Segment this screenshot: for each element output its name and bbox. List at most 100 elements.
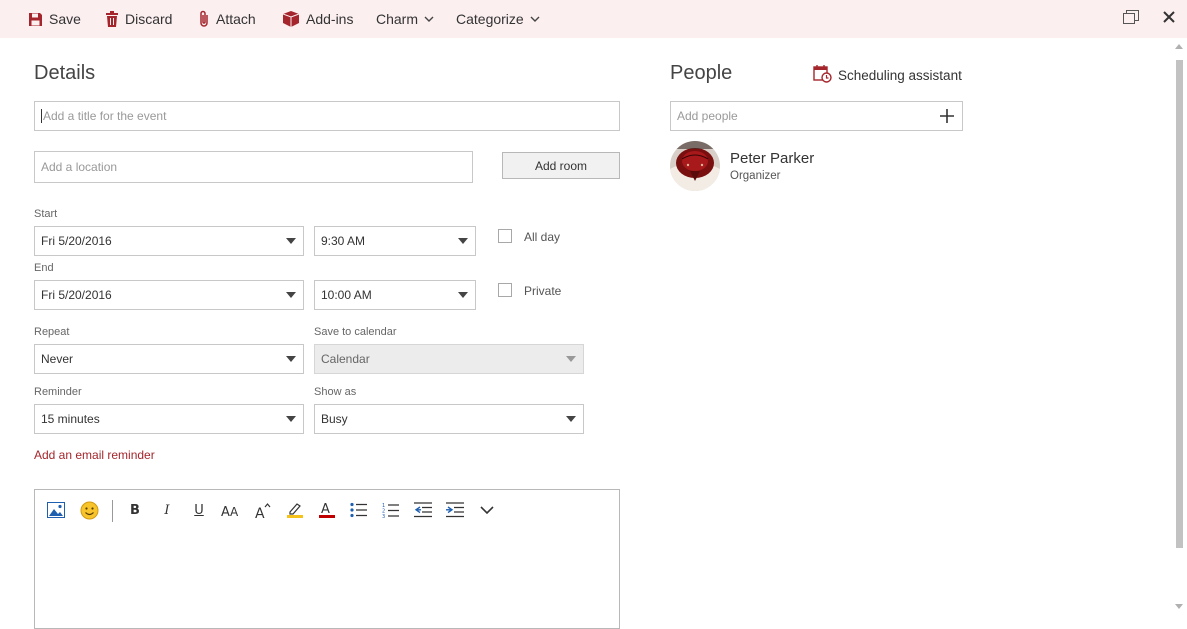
- svg-text:A: A: [321, 502, 330, 517]
- dropdown-caret-icon: [286, 292, 296, 298]
- repeat-select[interactable]: Never: [34, 344, 304, 374]
- show-as-value: Busy: [321, 412, 348, 426]
- font-size-icon[interactable]: AA: [220, 499, 242, 521]
- popout-icon: [1123, 9, 1139, 29]
- addins-icon: [283, 11, 300, 27]
- chevron-down-icon: [424, 16, 434, 23]
- discard-label: Discard: [125, 11, 173, 27]
- private-checkbox[interactable]: [498, 283, 512, 297]
- attach-button[interactable]: Attach: [198, 0, 256, 38]
- chevron-down-icon: [530, 16, 540, 23]
- svg-text:A: A: [221, 505, 230, 518]
- start-date-select[interactable]: Fri 5/20/2016: [34, 226, 304, 256]
- calendar-clock-icon: [813, 64, 832, 86]
- categorize-dropdown[interactable]: Categorize: [456, 0, 540, 38]
- start-date-value: Fri 5/20/2016: [41, 234, 112, 248]
- save-icon: [28, 12, 43, 27]
- trash-icon: [105, 11, 119, 27]
- vertical-scrollbar[interactable]: [1172, 38, 1187, 614]
- svg-text:3: 3: [382, 514, 385, 519]
- dropdown-caret-icon: [566, 356, 576, 362]
- italic-icon[interactable]: I: [156, 499, 178, 521]
- attendee-role: Organizer: [730, 170, 781, 182]
- save-to-calendar-value: Calendar: [321, 352, 370, 366]
- scheduling-assistant-button[interactable]: Scheduling assistant: [813, 64, 962, 86]
- details-heading: Details: [34, 62, 96, 84]
- plus-icon[interactable]: [938, 107, 956, 125]
- save-to-calendar-label: Save to calendar: [314, 326, 397, 338]
- start-time-select[interactable]: 9:30 AM: [314, 226, 476, 256]
- save-label: Save: [49, 11, 81, 27]
- scroll-thumb[interactable]: [1176, 60, 1183, 548]
- dropdown-caret-icon: [458, 238, 468, 244]
- attach-label: Attach: [216, 11, 256, 27]
- start-label: Start: [34, 208, 58, 220]
- title-placeholder: Add a title for the event: [43, 109, 167, 123]
- bold-icon[interactable]: B: [124, 499, 146, 521]
- reminder-label: Reminder: [34, 386, 82, 398]
- dropdown-caret-icon: [566, 416, 576, 422]
- scroll-up-icon[interactable]: [1175, 44, 1183, 49]
- dropdown-caret-icon: [286, 416, 296, 422]
- repeat-label: Repeat: [34, 326, 70, 338]
- charm-dropdown[interactable]: Charm: [376, 0, 434, 38]
- text-cursor: [41, 109, 42, 123]
- add-people-input[interactable]: Add people: [670, 101, 963, 131]
- addins-label: Add-ins: [306, 11, 354, 27]
- title-input[interactable]: Add a title for the event: [34, 101, 620, 131]
- add-room-button[interactable]: Add room: [502, 152, 620, 179]
- body-editor[interactable]: B I U AA A A 123: [34, 489, 620, 629]
- end-date-select[interactable]: Fri 5/20/2016: [34, 280, 304, 310]
- decrease-indent-icon[interactable]: [412, 499, 434, 521]
- save-button[interactable]: Save: [28, 0, 81, 38]
- increase-indent-icon[interactable]: [444, 499, 466, 521]
- all-day-label: All day: [524, 230, 561, 244]
- addins-button[interactable]: Add-ins: [283, 0, 353, 38]
- bullets-icon[interactable]: [348, 499, 370, 521]
- add-email-reminder-link[interactable]: Add an email reminder: [34, 448, 155, 462]
- dropdown-caret-icon: [286, 238, 296, 244]
- popout-button[interactable]: [1118, 0, 1144, 38]
- end-date-value: Fri 5/20/2016: [41, 288, 112, 302]
- svg-text:A: A: [230, 505, 239, 518]
- dropdown-caret-icon: [458, 292, 468, 298]
- attendee-name: Peter Parker: [730, 150, 815, 167]
- font-color-icon[interactable]: A: [316, 499, 338, 521]
- svg-text:A: A: [255, 506, 265, 519]
- reminder-value: 15 minutes: [41, 412, 100, 426]
- dropdown-caret-icon: [286, 356, 296, 362]
- repeat-value: Never: [41, 352, 74, 366]
- numbering-icon[interactable]: 123: [380, 499, 402, 521]
- charm-label: Charm: [376, 11, 419, 27]
- scheduling-assistant-label: Scheduling assistant: [838, 67, 962, 83]
- start-time-value: 9:30 AM: [321, 234, 366, 248]
- more-icon[interactable]: [476, 499, 498, 521]
- show-as-select[interactable]: Busy: [314, 404, 584, 434]
- paperclip-icon: [198, 10, 210, 28]
- end-label: End: [34, 262, 54, 274]
- all-day-checkbox[interactable]: [498, 229, 512, 243]
- categorize-label: Categorize: [456, 11, 524, 27]
- command-bar: Save Discard Attach Add-ins Charm Catego…: [0, 0, 1187, 38]
- save-to-calendar-select: Calendar: [314, 344, 584, 374]
- underline-icon[interactable]: U: [188, 499, 210, 521]
- private-label: Private: [524, 284, 562, 298]
- end-time-value: 10:00 AM: [321, 288, 372, 302]
- discard-button[interactable]: Discard: [105, 0, 172, 38]
- add-people-placeholder: Add people: [677, 109, 738, 123]
- location-input[interactable]: Add a location: [34, 151, 473, 183]
- toolbar-divider: [112, 500, 113, 522]
- avatar: [670, 141, 720, 191]
- scroll-down-icon[interactable]: [1175, 604, 1183, 609]
- insert-picture-icon[interactable]: [45, 499, 67, 521]
- end-time-select[interactable]: 10:00 AM: [314, 280, 476, 310]
- close-icon: [1163, 10, 1175, 28]
- reminder-select[interactable]: 15 minutes: [34, 404, 304, 434]
- location-placeholder: Add a location: [41, 160, 118, 174]
- close-button[interactable]: [1156, 0, 1182, 38]
- highlight-icon[interactable]: [284, 499, 306, 521]
- people-heading: People: [670, 62, 733, 84]
- grow-font-icon[interactable]: A: [252, 499, 274, 521]
- show-as-label: Show as: [314, 386, 357, 398]
- emoji-icon[interactable]: [78, 499, 100, 521]
